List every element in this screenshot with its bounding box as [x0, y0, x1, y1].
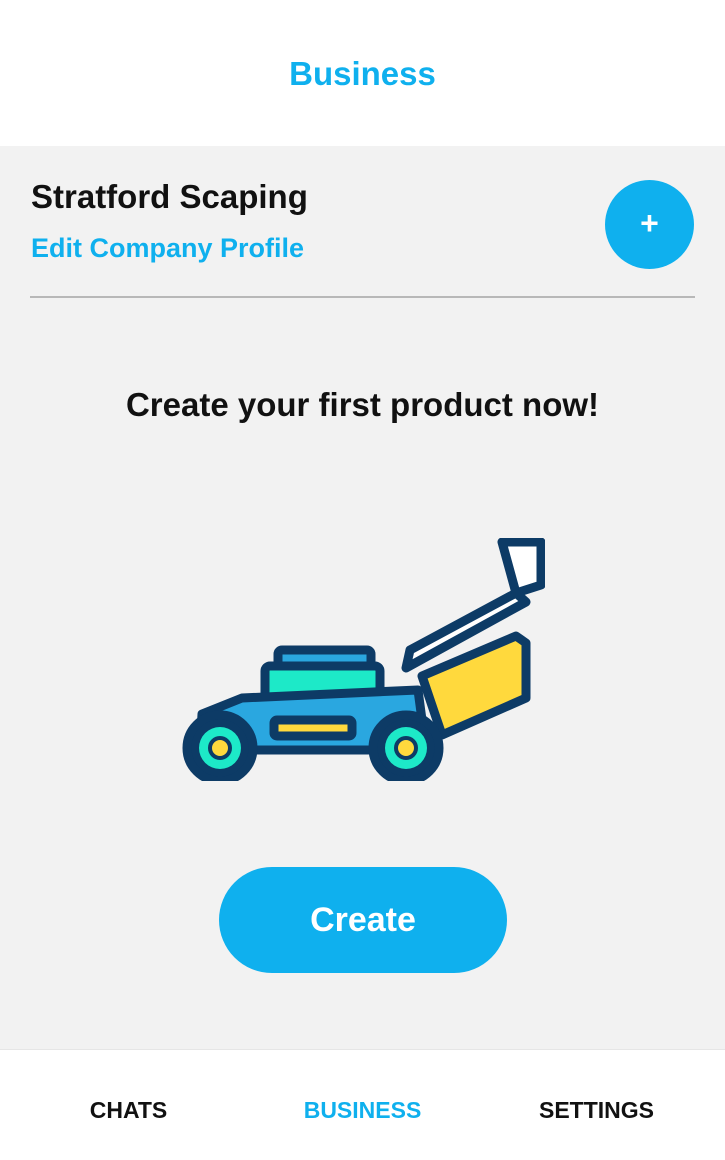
page-title: Business — [289, 55, 436, 92]
divider — [30, 296, 695, 298]
company-name: Stratford Scaping — [31, 178, 308, 215]
business-content: Stratford Scaping Edit Company Profile +… — [0, 146, 725, 1049]
create-button[interactable]: Create — [219, 867, 507, 973]
tab-settings[interactable]: SETTINGS — [476, 1095, 717, 1125]
tab-chats[interactable]: CHATS — [8, 1095, 249, 1125]
empty-state-message: Create your first product now! — [125, 386, 600, 423]
app-header: Business — [0, 0, 725, 146]
tab-business[interactable]: BUSINESS — [242, 1095, 483, 1125]
lawn-mower-icon — [180, 537, 546, 788]
bottom-navigation: CHATS BUSINESS SETTINGS — [0, 1049, 725, 1160]
edit-company-profile-link[interactable]: Edit Company Profile — [31, 231, 304, 265]
add-button[interactable]: + — [605, 180, 694, 269]
